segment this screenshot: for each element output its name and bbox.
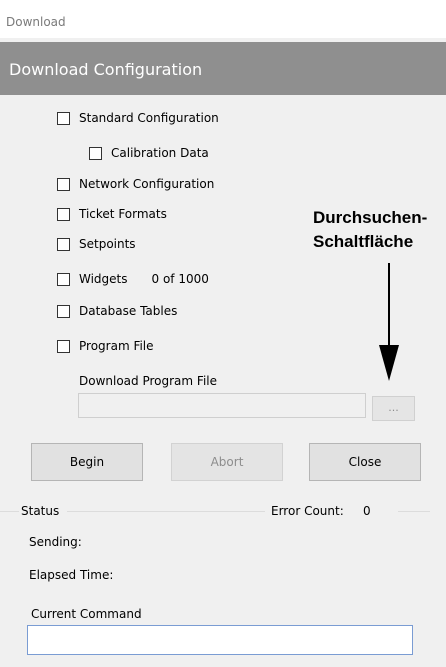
download-program-file-label: Download Program File (79, 374, 217, 388)
option-network-configuration[interactable]: Network Configuration (57, 176, 214, 192)
window-title: Download (6, 15, 66, 29)
annotation-arrow-icon (379, 263, 399, 381)
database-tables-checkbox[interactable] (57, 304, 70, 318)
network-configuration-checkbox[interactable] (57, 177, 70, 191)
widgets-count: 0 of 1000 (151, 272, 209, 286)
program-file-path-input[interactable] (78, 393, 366, 418)
option-ticket-formats[interactable]: Ticket Formats (57, 206, 167, 222)
status-group-label: Status (21, 504, 60, 518)
annotation-line1: Durchsuchen- (313, 208, 428, 227)
setpoints-checkbox[interactable] (57, 237, 70, 251)
ticket-formats-label: Ticket Formats (79, 207, 167, 221)
browse-button[interactable]: ... (372, 396, 415, 421)
begin-button[interactable]: Begin (31, 443, 143, 481)
option-program-file[interactable]: Program File (57, 338, 154, 354)
option-standard-configuration[interactable]: Standard Configuration (57, 110, 219, 126)
setpoints-label: Setpoints (79, 237, 136, 251)
status-group-border-right (398, 511, 430, 512)
option-calibration-data[interactable]: Calibration Data (89, 145, 209, 161)
error-count-value: 0 (363, 504, 371, 518)
program-file-checkbox[interactable] (57, 339, 70, 353)
calibration-data-label: Calibration Data (111, 146, 209, 160)
dialog-header: Download Configuration (0, 42, 446, 95)
widgets-label: Widgets (79, 272, 128, 286)
database-tables-label: Database Tables (79, 304, 178, 318)
error-count-label: Error Count: (271, 504, 344, 518)
status-group-border-left (0, 511, 19, 512)
network-configuration-label: Network Configuration (79, 177, 215, 191)
widgets-checkbox[interactable] (57, 272, 70, 286)
standard-configuration-label: Standard Configuration (79, 111, 219, 125)
current-command-label: Current Command (31, 607, 142, 621)
elapsed-time-label: Elapsed Time: (29, 568, 114, 582)
current-command-input[interactable] (27, 625, 413, 655)
option-setpoints[interactable]: Setpoints (57, 236, 136, 252)
abort-button[interactable]: Abort (171, 443, 283, 481)
option-database-tables[interactable]: Database Tables (57, 303, 177, 319)
annotation-line2: Schaltfläche (313, 232, 414, 251)
sending-label: Sending: (29, 535, 82, 549)
status-group-border-mid (67, 511, 265, 512)
close-button[interactable]: Close (309, 443, 421, 481)
ticket-formats-checkbox[interactable] (57, 207, 70, 221)
standard-configuration-checkbox[interactable] (57, 111, 70, 125)
option-widgets[interactable]: Widgets 0 of 1000 (57, 271, 209, 287)
calibration-data-checkbox[interactable] (89, 146, 102, 160)
window-titlebar: Download (0, 0, 446, 38)
dialog-heading: Download Configuration (9, 60, 203, 79)
program-file-label: Program File (79, 339, 154, 353)
